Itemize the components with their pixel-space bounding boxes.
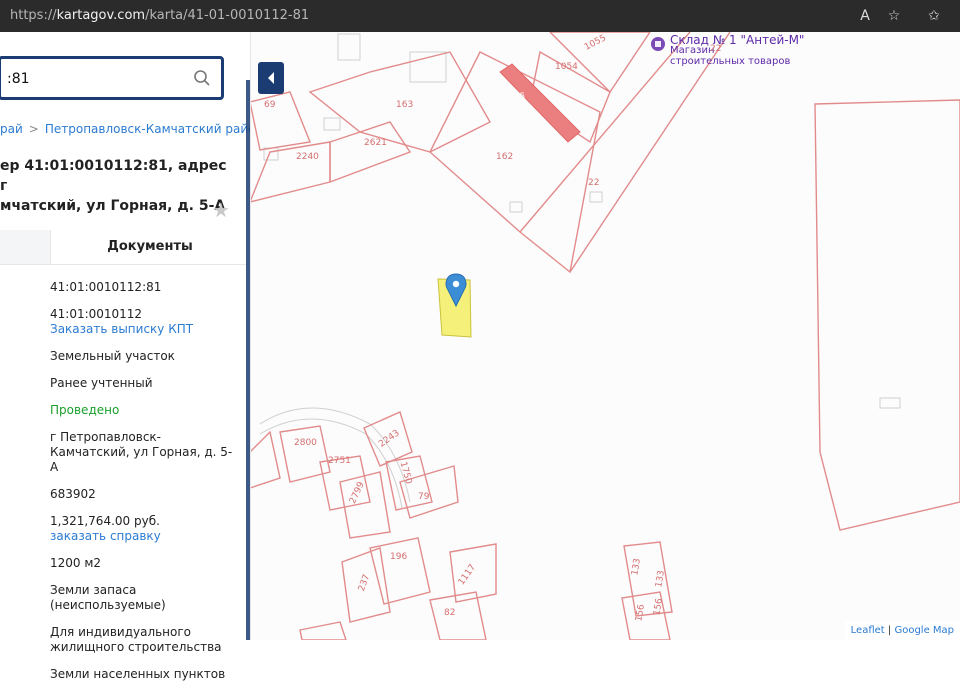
parcel[interactable] [814, 99, 960, 531]
parcel-number: 82 [444, 608, 456, 618]
page-title: ер 41:01:0010112:81, адрес г мчатский, у… [0, 156, 230, 216]
url-host: kartagov.com [56, 8, 146, 23]
detail-row: Земли запаса (неиспользуемые) [50, 583, 240, 613]
url-path: /karta/41-01-0010112-81 [145, 8, 310, 23]
parcel-number: 196 [390, 552, 408, 562]
map-canvas[interactable]: Склад № 1 "Антей-М" Магазин строительных… [250, 32, 960, 640]
map-attribution: Leaflet | Google Map [844, 621, 960, 640]
detail-value: Земли населенных пунктов [50, 667, 226, 681]
side-panel: :81 рай>Петропавловск-Камчатский район> … [0, 32, 251, 681]
detail-row: 41:01:0010112 Заказать выписку КПТ [50, 307, 240, 337]
favorite-star-icon[interactable]: ★ [211, 200, 231, 220]
detail-row: 1200 м2 [50, 556, 240, 571]
building [589, 191, 603, 203]
parcel-number: 2240 [296, 152, 319, 162]
leaflet-link[interactable]: Leaflet [851, 625, 885, 636]
parcel-number: 22 [710, 44, 722, 54]
parcel-boundary [519, 32, 691, 233]
building [509, 201, 523, 213]
parcel[interactable] [250, 91, 311, 151]
detail-postcode: 683902 [50, 487, 96, 501]
detail-category: Земли запаса (неиспользуемые) [50, 583, 166, 612]
search-box[interactable]: :81 [0, 56, 224, 100]
detail-row: 1,321,764.00 руб. заказать справку [50, 514, 240, 544]
detail-value: Ранее учтенный [50, 376, 153, 390]
detail-row: г Петропавловск- Камчатский, ул Горная, … [50, 430, 240, 475]
parcel-number: 69 [264, 100, 276, 110]
detail-status: Проведено [50, 403, 120, 417]
scrollbar[interactable] [246, 80, 250, 640]
building-filled [499, 63, 581, 143]
parcel[interactable] [329, 121, 412, 184]
detail-area: 1200 м2 [50, 556, 102, 570]
detail-row: 683902 [50, 487, 240, 502]
breadcrumb-item[interactable]: рай [0, 122, 23, 136]
detail-row: Земли населенных пунктов [50, 667, 240, 682]
parcel[interactable] [250, 430, 281, 489]
breadcrumb: рай>Петропавловск-Камчатский район> [0, 122, 250, 136]
building [879, 397, 901, 409]
poi-icon[interactable] [651, 37, 665, 51]
tabs: Документы [0, 230, 250, 265]
parcel-number: 225 [508, 92, 526, 102]
parcel-number: 79 [418, 492, 430, 502]
chevron-left-icon [268, 72, 274, 84]
parcel[interactable] [250, 141, 331, 203]
breadcrumb-item[interactable]: Петропавловск-Камчатский район [45, 122, 250, 136]
building [409, 51, 447, 83]
detail-value: Земельный участок [50, 349, 175, 363]
detail-row: Проведено [50, 403, 240, 418]
parcel-number: 2751 [328, 456, 351, 466]
parcel[interactable] [299, 621, 347, 640]
address-bar[interactable]: https://kartagov.com/karta/41-01-0010112… [10, 8, 309, 23]
poi-subtitle-line: строительных товаров [670, 56, 791, 67]
parcel-details: 41:01:0010112:81 41:01:0010112 Заказать … [50, 280, 240, 694]
google-maps-link[interactable]: Google Map [894, 625, 954, 636]
browser-toolbar: https://kartagov.com/karta/41-01-0010112… [0, 0, 960, 32]
detail-row: Ранее учтенный [50, 376, 240, 391]
building [323, 117, 341, 131]
parcel-boundary [569, 32, 731, 273]
favorites-icon[interactable]: ✩ [924, 6, 944, 26]
order-certificate-link[interactable]: заказать справку [50, 529, 240, 544]
search-input[interactable]: :81 [7, 71, 30, 87]
parcel-number: 2621 [364, 138, 387, 148]
title-text: ер 41:01:0010112:81, адрес г мчатский, у… [0, 158, 227, 214]
detail-value: 41:01:0010112:81 [50, 280, 162, 294]
order-kpt-link[interactable]: Заказать выписку КПТ [50, 322, 240, 337]
parcel-number: 22 [588, 178, 600, 188]
breadcrumb-separator: > [28, 122, 39, 136]
detail-value: 41:01:0010112 [50, 307, 143, 321]
parcel[interactable] [429, 591, 487, 640]
tab-documents[interactable]: Документы [50, 230, 249, 264]
detail-row: 41:01:0010112:81 [50, 280, 240, 295]
favorite-add-icon[interactable]: ☆ [884, 6, 904, 26]
collapse-panel-button[interactable] [258, 62, 284, 94]
parcel-number: 1054 [555, 62, 578, 72]
read-aloud-icon[interactable]: A [855, 6, 875, 26]
detail-address: г Петропавловск- Камчатский, ул Горная, … [50, 430, 233, 474]
building [337, 33, 361, 61]
detail-usage: Для индивидуального жилищного строительс… [50, 625, 222, 654]
parcel-number: 2800 [294, 438, 317, 448]
parcel-number: 162 [496, 152, 514, 162]
tab-info[interactable] [0, 230, 50, 264]
url-protocol: https:// [10, 8, 57, 23]
search-icon[interactable] [193, 69, 211, 87]
parcel-layer[interactable] [250, 32, 960, 640]
poi-subtitle-line: Магазин [670, 45, 715, 56]
detail-row: Земельный участок [50, 349, 240, 364]
detail-value: 1,321,764.00 руб. [50, 514, 160, 528]
detail-row: Для индивидуального жилищного строительс… [50, 625, 240, 655]
parcel-number: 163 [396, 100, 414, 110]
poi-subtitle: Магазин строительных товаров [670, 45, 790, 67]
building [263, 147, 279, 161]
